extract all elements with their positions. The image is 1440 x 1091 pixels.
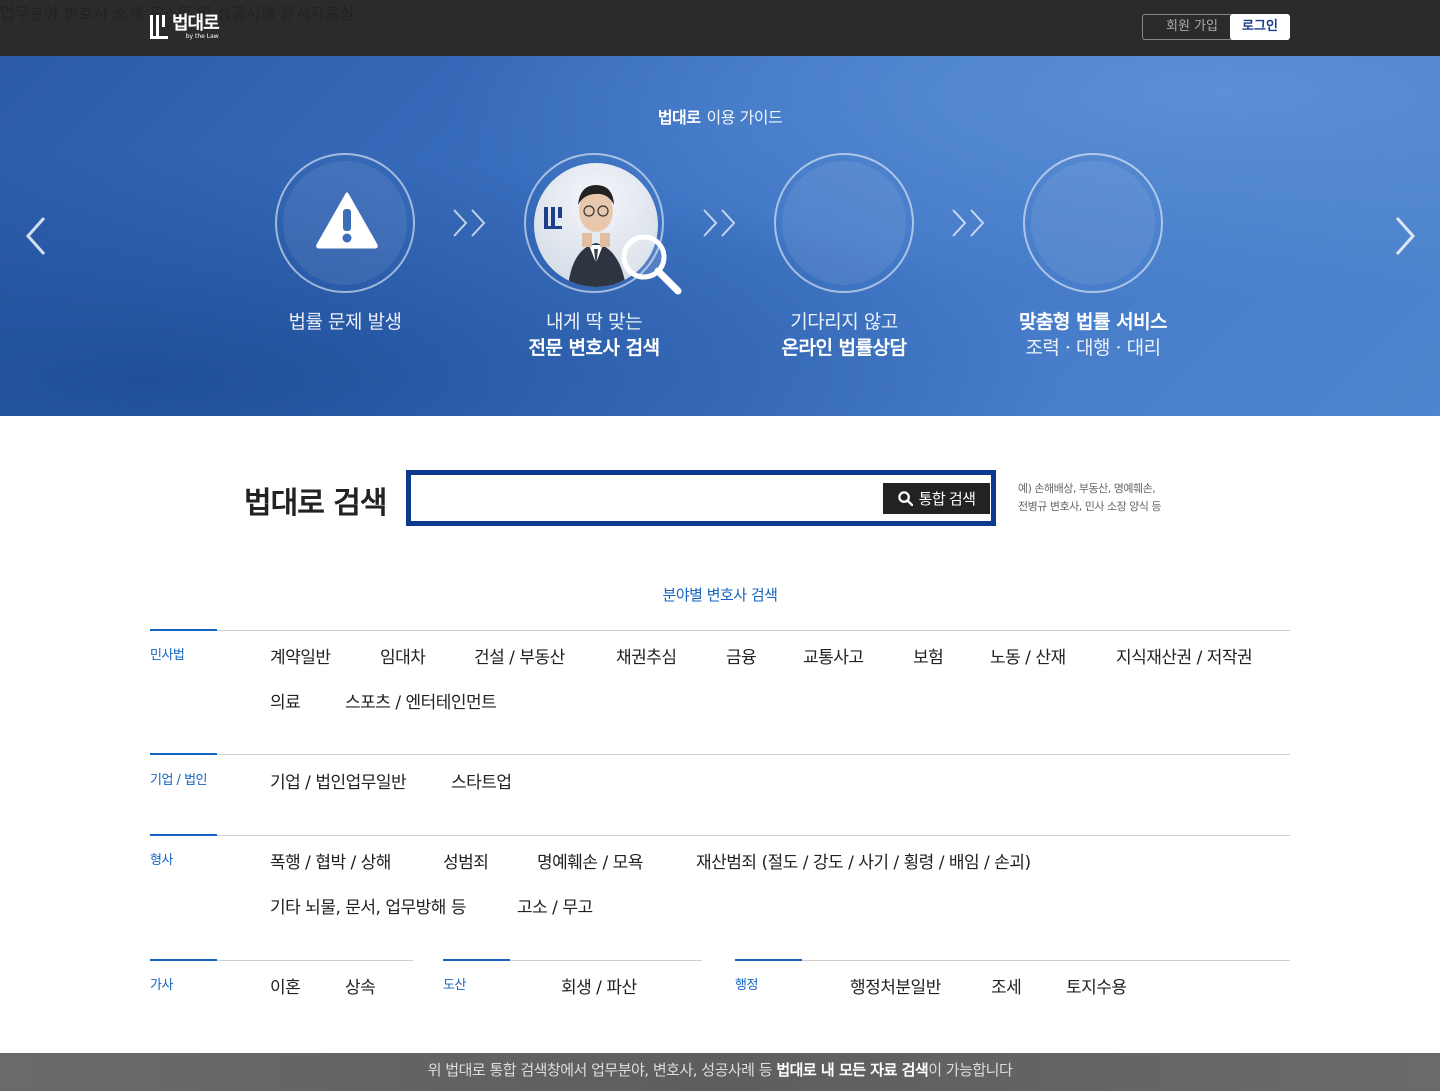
category-marker	[150, 959, 217, 961]
tag-startup[interactable]: 스타트업	[451, 768, 512, 793]
tag-sports[interactable]: 스포츠 / 엔터테인먼트	[345, 688, 497, 713]
category-bankruptcy[interactable]: 도산	[443, 974, 466, 993]
tag-admin-general[interactable]: 행정처분일반	[850, 973, 941, 998]
category-marker	[443, 959, 510, 961]
login-button[interactable]: 로그인	[1230, 14, 1290, 40]
category-marker	[150, 834, 217, 836]
tag-assault[interactable]: 폭행 / 협박 / 상해	[270, 848, 391, 873]
step-label: 기다리지 않고	[790, 311, 898, 333]
tag-construction[interactable]: 건설 / 부동산	[474, 643, 565, 668]
step-circle	[774, 153, 914, 293]
banner-title-brand: 법대로	[657, 108, 701, 127]
category-criminal[interactable]: 형사	[150, 849, 173, 868]
signup-button[interactable]: 회원 가입	[1142, 14, 1242, 40]
guide-step-1: 법률 문제 발생	[235, 153, 455, 335]
logo-subtext: by the Law	[185, 32, 219, 40]
search-button[interactable]: 통합 검색	[883, 483, 990, 514]
category-marker	[735, 959, 802, 961]
tag-debt-collection[interactable]: 채권추심	[616, 643, 677, 668]
nav-item-practice-areas[interactable]: 업무분야	[0, 4, 59, 23]
banner-title: 법대로 이용 가이드	[0, 104, 1440, 128]
tag-corporate-general[interactable]: 기업 / 법인업무일반	[270, 768, 407, 793]
category-marker	[150, 629, 217, 631]
step-label-bold: 온라인 법률상담	[781, 337, 907, 359]
info-text-end: 이 가능합니다	[928, 1061, 1013, 1079]
category-administrative[interactable]: 행정	[735, 974, 758, 993]
tag-ip[interactable]: 지식재산권 / 저작권	[1116, 643, 1253, 668]
logo-mark-icon	[150, 15, 168, 39]
tag-lease[interactable]: 임대차	[380, 643, 426, 668]
search-icon	[897, 491, 913, 506]
tag-land-expropriation[interactable]: 토지수용	[1066, 973, 1127, 998]
top-navbar: 법대로 by the Law 업무분야 변호사 소개 포스트 및 성공사례 문서…	[0, 0, 1440, 56]
field-search-title: 분야별 변호사 검색	[662, 586, 778, 604]
step-label: 내게 딱 맞는	[546, 311, 642, 333]
category-divider	[735, 960, 1290, 961]
category-family[interactable]: 가사	[150, 974, 173, 993]
search-hint-line: 예) 손해배상, 부동산, 명예훼손,	[1018, 482, 1156, 495]
tag-finance[interactable]: 금융	[726, 643, 757, 668]
double-chevron-icon	[952, 209, 985, 237]
search-title: 법대로 검색	[244, 486, 387, 521]
tag-property-crime[interactable]: 재산범죄 (절도 / 강도 / 사기 / 횡령 / 배임 / 손괴)	[696, 848, 1031, 873]
search-button-label: 통합 검색	[918, 491, 976, 508]
search-hint-line: 전병규 변호사, 민사 소장 양식 등	[1018, 500, 1162, 513]
double-chevron-icon	[453, 209, 486, 237]
category-corporate[interactable]: 기업 / 법인	[150, 769, 208, 788]
category-divider	[150, 630, 1290, 631]
tag-defamation[interactable]: 명예훼손 / 모욕	[537, 848, 643, 873]
tag-inheritance[interactable]: 상속	[345, 973, 376, 998]
step-label: 조력 · 대행 · 대리	[1025, 337, 1161, 359]
tag-contract[interactable]: 계약일반	[270, 643, 331, 668]
tag-medical[interactable]: 의료	[270, 688, 301, 713]
info-text: 위 법대로 통합 검색창에서 업무분야, 변호사, 성공사례 등	[427, 1061, 777, 1079]
step-circle	[1023, 153, 1163, 293]
tag-bribery-etc[interactable]: 기타 뇌물, 문서, 업무방해 등	[270, 893, 466, 918]
search-info-bar: 위 법대로 통합 검색창에서 업무분야, 변호사, 성공사례 등 법대로 내 모…	[0, 1053, 1440, 1091]
guide-step-2: 내게 딱 맞는 전문 변호사 검색	[484, 153, 704, 361]
category-civil[interactable]: 민사법	[150, 644, 185, 663]
step-label-bold: 맞춤형 법률 서비스	[1018, 311, 1168, 333]
info-text-bold: 법대로 내 모든 자료 검색	[776, 1061, 929, 1079]
nav-item-documents[interactable]: 문서자료실	[281, 4, 355, 23]
logo[interactable]: 법대로 by the Law	[150, 12, 220, 40]
double-chevron-icon	[703, 209, 736, 237]
banner-title-text: 이용 가이드	[706, 108, 783, 127]
warning-icon	[316, 192, 378, 249]
next-arrow-icon[interactable]	[1393, 216, 1417, 256]
tag-tax[interactable]: 조세	[991, 973, 1022, 998]
guide-step-3: 기다리지 않고 온라인 법률상담	[734, 153, 954, 361]
guide-step-4: 맞춤형 법률 서비스 조력 · 대행 · 대리	[983, 153, 1203, 361]
magnifier-icon	[621, 234, 682, 295]
tag-insurance[interactable]: 보험	[913, 643, 944, 668]
nav-item-lawyers[interactable]: 변호사 소개	[64, 4, 143, 23]
prev-arrow-icon[interactable]	[24, 216, 48, 256]
category-marker	[150, 753, 217, 755]
search-box: 통합 검색	[406, 470, 996, 526]
guide-banner: 법대로 이용 가이드 법률 문제 발생 내게 딱 맞는 전문 변호사 검색 기다…	[0, 56, 1440, 416]
tag-complaint[interactable]: 고소 / 무고	[517, 893, 593, 918]
tag-rehabilitation[interactable]: 회생 / 파산	[561, 973, 637, 998]
step-label: 법률 문제 발생	[288, 311, 402, 333]
tag-sex-crime[interactable]: 성범죄	[443, 848, 489, 873]
search-hint: 예) 손해배상, 부동산, 명예훼손, 전병규 변호사, 민사 소장 양식 등	[1018, 480, 1162, 516]
tag-traffic[interactable]: 교통사고	[803, 643, 864, 668]
category-divider	[150, 835, 1290, 836]
search-input[interactable]	[419, 481, 869, 515]
tag-labor[interactable]: 노동 / 산재	[990, 643, 1066, 668]
tag-divorce[interactable]: 이혼	[270, 973, 301, 998]
step-circle	[524, 153, 682, 295]
step-label-bold: 전문 변호사 검색	[528, 337, 660, 359]
logo-text: 법대로	[172, 12, 220, 34]
step-circle	[275, 153, 415, 293]
category-divider	[150, 754, 1290, 755]
